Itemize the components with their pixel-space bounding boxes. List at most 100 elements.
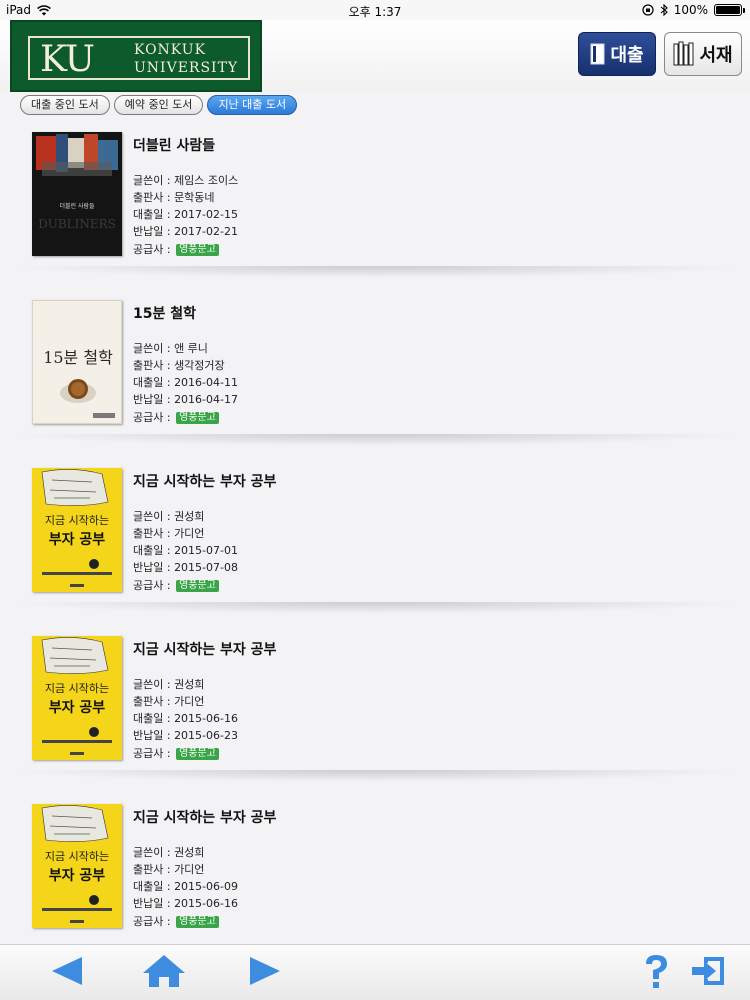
author-value: 앤 루니 [174, 342, 208, 355]
home-icon[interactable] [141, 953, 187, 989]
loan-date-label: 대출일 : [133, 880, 175, 893]
return-date-value: 2015-07-08 [174, 561, 238, 574]
item-divider [8, 434, 742, 446]
rich-cover-art: 지금 시작하는 부자 공부 [32, 636, 122, 760]
book-cover[interactable]: 더블린 사람들 DUBLINERS [32, 132, 122, 256]
publisher-value: 생각정거장 [174, 359, 225, 372]
publisher-label: 출판사 : [133, 359, 175, 372]
cover-line1: 지금 시작하는 [45, 849, 109, 863]
library-label: 서재 [699, 45, 733, 66]
book-item[interactable]: 더블린 사람들 DUBLINERS 더블린 사람들 글쓴이 : 제임스 조이스 … [0, 120, 750, 288]
publisher-value: 가디언 [174, 695, 205, 708]
book-item[interactable]: 15분 철학 15분 철학 글쓴이 : 앤 루니 출판사 : 생각정거장 대출일… [0, 288, 750, 456]
publisher-label: 출판사 : [133, 695, 175, 708]
author-label: 글쓴이 : [133, 342, 175, 355]
konkuk-logo: KU KONKUK UNIVERSITY [10, 20, 262, 92]
tab-reservations[interactable]: 예약 중인 도서 [113, 95, 204, 115]
help-icon[interactable] [642, 953, 670, 991]
return-date-value: 2017-02-21 [174, 225, 238, 238]
supplier-label: 공급사 : [133, 411, 175, 424]
loan-date-label: 대출일 : [133, 376, 175, 389]
author-value: 권성희 [174, 678, 205, 691]
book-title[interactable]: 지금 시작하는 부자 공부 [133, 471, 276, 491]
rich-cover-art: 지금 시작하는 부자 공부 [32, 468, 122, 592]
orientation-lock-icon [642, 4, 654, 16]
dubliners-cover-art: 더블린 사람들 DUBLINERS [32, 132, 122, 256]
supplier-label: 공급사 : [133, 747, 175, 760]
item-divider [8, 266, 742, 278]
book-cover[interactable]: 지금 시작하는 부자 공부 [32, 804, 122, 928]
book-title[interactable]: 지금 시작하는 부자 공부 [133, 807, 276, 827]
author-label: 글쓴이 : [133, 678, 175, 691]
cover-line2: 부자 공부 [49, 700, 106, 716]
book-title[interactable]: 15분 철학 [133, 303, 196, 323]
battery-percent: 100% [673, 3, 708, 17]
app-header: KU KONKUK UNIVERSITY 대출 서재 [0, 20, 750, 92]
loan-date-label: 대출일 : [133, 544, 175, 557]
supplier-badge: 영풍문고 [176, 412, 219, 424]
logo-ku: KU [40, 39, 95, 80]
cover-title: 15분 철학 [43, 348, 113, 367]
publisher-label: 출판사 : [133, 863, 175, 876]
loan-tabs: 대출 중인 도서 예약 중인 도서 지난 대출 도서 [20, 95, 298, 117]
loan-date-value: 2015-06-09 [174, 880, 238, 893]
return-date-value: 2015-06-23 [174, 729, 238, 742]
loan-button[interactable]: 대출 [578, 32, 656, 76]
supplier-badge: 영풍문고 [176, 916, 219, 928]
author-label: 글쓴이 : [133, 174, 175, 187]
philosophy-cover-art: 15분 철학 [33, 301, 121, 423]
cover-title: 더블린 사람들 [59, 202, 95, 210]
return-date-label: 반납일 : [133, 561, 175, 574]
cover-line1: 지금 시작하는 [45, 681, 109, 695]
battery-icon [714, 4, 745, 16]
loan-date-value: 2015-06-16 [174, 712, 238, 725]
return-date-value: 2015-06-16 [174, 897, 238, 910]
book-item[interactable]: 지금 시작하는 부자 공부 지금 시작하는 부자 공부 글쓴이 : 권성희 출판… [0, 456, 750, 624]
supplier-label: 공급사 : [133, 243, 175, 256]
book-item[interactable]: 지금 시작하는 부자 공부 지금 시작하는 부자 공부 글쓴이 : 권성희 출판… [0, 792, 750, 960]
book-title[interactable]: 더블린 사람들 [133, 135, 215, 155]
return-date-label: 반납일 : [133, 729, 175, 742]
cover-line1: 지금 시작하는 [45, 513, 109, 527]
author-value: 제임스 조이스 [174, 174, 239, 187]
bluetooth-icon [660, 4, 668, 16]
loan-label: 대출 [610, 45, 644, 66]
return-date-value: 2016-04-17 [174, 393, 238, 406]
library-button[interactable]: 서재 [664, 32, 742, 76]
book-cover[interactable]: 15분 철학 [32, 300, 122, 424]
book-cover[interactable]: 지금 시작하는 부자 공부 [32, 636, 122, 760]
logo-line2: UNIVERSITY [134, 60, 239, 76]
tab-current-loans[interactable]: 대출 중인 도서 [20, 95, 110, 115]
logo-line1: KONKUK [134, 42, 207, 58]
publisher-value: 가디언 [174, 863, 205, 876]
book-item[interactable]: 지금 시작하는 부자 공부 지금 시작하는 부자 공부 글쓴이 : 권성희 출판… [0, 624, 750, 792]
logout-icon[interactable] [690, 955, 728, 987]
book-icon [590, 43, 605, 65]
item-divider [8, 602, 742, 614]
loan-date-value: 2016-04-11 [174, 376, 238, 389]
author-label: 글쓴이 : [133, 846, 175, 859]
author-value: 권성희 [174, 846, 205, 859]
cover-line2: 부자 공부 [49, 532, 106, 548]
publisher-label: 출판사 : [133, 527, 175, 540]
return-date-label: 반납일 : [133, 225, 175, 238]
book-cover[interactable]: 지금 시작하는 부자 공부 [32, 468, 122, 592]
status-bar: iPad 오후 1:37 100% [0, 0, 750, 20]
publisher-value: 가디언 [174, 527, 205, 540]
rich-cover-art: 지금 시작하는 부자 공부 [32, 804, 122, 928]
loan-date-value: 2015-07-01 [174, 544, 238, 557]
publisher-value: 문학동네 [174, 191, 215, 204]
supplier-label: 공급사 : [133, 579, 175, 592]
author-label: 글쓴이 : [133, 510, 175, 523]
tab-past-loans[interactable]: 지난 대출 도서 [207, 95, 298, 115]
back-arrow-icon[interactable] [50, 955, 86, 987]
loan-date-label: 대출일 : [133, 712, 175, 725]
bottom-toolbar [0, 944, 750, 1000]
item-divider [8, 770, 742, 782]
loan-date-value: 2017-02-15 [174, 208, 238, 221]
forward-arrow-icon[interactable] [246, 955, 282, 987]
book-title[interactable]: 지금 시작하는 부자 공부 [133, 639, 276, 659]
supplier-label: 공급사 : [133, 915, 175, 928]
cover-big-text: DUBLINERS [38, 217, 116, 231]
author-value: 권성희 [174, 510, 205, 523]
